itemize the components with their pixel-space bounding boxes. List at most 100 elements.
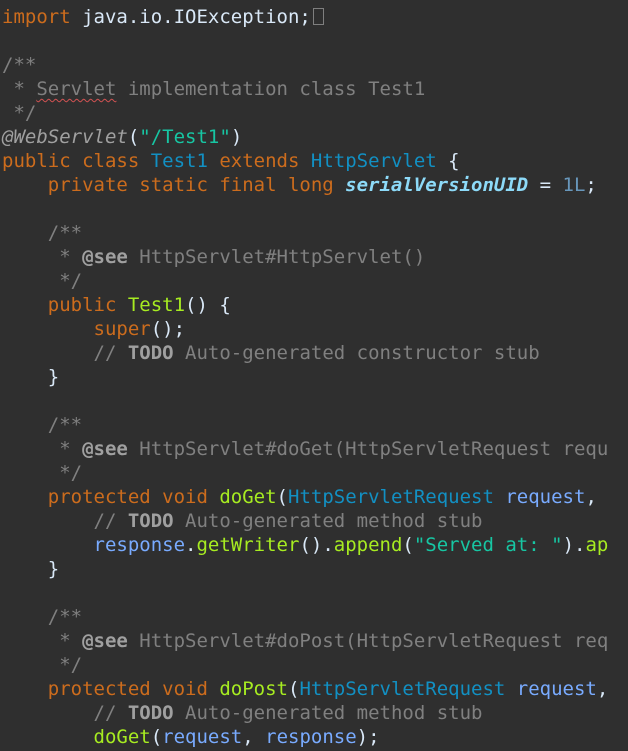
code-token-annotation: @WebServlet: [2, 126, 128, 148]
code-token-javadoc-tag: @see: [82, 438, 128, 460]
code-line[interactable]: protected void doPost(HttpServletRequest…: [2, 677, 609, 701]
code-token-plain: ).: [562, 534, 586, 556]
code-token-comment: implementation class Test1: [116, 78, 426, 100]
code-line[interactable]: /**: [2, 413, 82, 437]
code-token-type: HttpServletRequest: [299, 678, 506, 700]
code-line[interactable]: import java.io.IOException;: [2, 5, 324, 29]
code-token-todo: TODO: [127, 702, 174, 724]
code-token-keyword: extends: [207, 150, 311, 172]
code-token-method: doGet: [219, 486, 277, 508]
code-token-comment: /**: [2, 54, 37, 76]
code-token-method: Test1: [127, 294, 186, 316]
code-token-number: 1L: [562, 174, 586, 196]
code-token-string: "/Test1": [139, 126, 231, 148]
code-token-plain: (: [150, 726, 163, 748]
code-token-comment: */: [2, 270, 83, 292]
code-token-keyword: public class: [2, 150, 151, 172]
code-token-plain: ,: [242, 726, 266, 748]
code-line[interactable]: /**: [2, 605, 82, 629]
code-token-comment: //: [2, 702, 128, 724]
code-token-comment: *: [2, 78, 37, 100]
code-line[interactable]: }: [2, 557, 59, 581]
code-token-plain: java.io.IOException;: [70, 6, 311, 28]
code-token-comment: *: [2, 246, 83, 268]
code-token-comment: */: [2, 102, 37, 124]
code-token-javadoc-tag: @see: [82, 246, 128, 268]
code-token-plain: =: [528, 174, 563, 196]
code-token-comment: HttpServlet#doGet(HttpServletRequest req…: [127, 438, 609, 460]
code-line[interactable]: // TODO Auto-generated constructor stub: [2, 341, 540, 365]
code-line[interactable]: doGet(request, response);: [2, 725, 380, 749]
code-token-keyword: public: [2, 294, 128, 316]
code-line[interactable]: // TODO Auto-generated method stub: [2, 701, 483, 725]
code-token-comment: */: [2, 462, 83, 484]
code-token-comment: /**: [2, 606, 83, 628]
code-token-variable: response: [2, 534, 186, 556]
code-line[interactable]: * Servlet implementation class Test1: [2, 77, 425, 101]
code-line[interactable]: /**: [2, 221, 82, 245]
code-token-variable: request: [516, 678, 597, 700]
code-token-javadoc-tag: @see: [82, 630, 128, 652]
code-token-plain: ;: [585, 174, 597, 196]
code-line[interactable]: @WebServlet("/Test1"): [2, 125, 242, 149]
code-token-plain: (: [287, 678, 300, 700]
code-line[interactable]: */: [2, 653, 82, 677]
code-line[interactable]: response.getWriter().append("Served at: …: [2, 533, 609, 557]
code-token-todo: TODO: [127, 510, 174, 532]
code-line[interactable]: * @see HttpServlet#HttpServlet(): [2, 245, 425, 269]
code-line[interactable]: */: [2, 269, 82, 293]
code-token-class-decl: Test1: [150, 150, 208, 172]
code-token-comment: Auto-generated method stub: [173, 702, 483, 724]
code-line[interactable]: /**: [2, 53, 36, 77]
code-token-comment: //: [2, 342, 128, 364]
code-token-comment: /**: [2, 414, 83, 436]
code-token-method: ap: [585, 534, 609, 556]
code-token-keyword: import: [2, 6, 71, 28]
code-token-comment: *: [2, 438, 83, 460]
code-token-method: doGet: [2, 726, 151, 748]
code-token-keyword: super: [2, 318, 151, 340]
code-token-plain: }: [2, 558, 60, 580]
code-line[interactable]: * @see HttpServlet#doPost(HttpServletReq…: [2, 629, 608, 653]
code-line[interactable]: super();: [2, 317, 186, 341]
code-token-comment: *: [2, 630, 83, 652]
code-line[interactable]: */: [2, 461, 82, 485]
code-line[interactable]: */: [2, 101, 36, 125]
code-token-keyword: private static final long: [2, 174, 346, 196]
code-token-plain: (: [276, 486, 288, 508]
code-token-plain: ();: [150, 318, 186, 340]
code-line[interactable]: // TODO Auto-generated method stub: [2, 509, 483, 533]
code-token-field: serialVersionUID: [345, 174, 529, 196]
code-token-plain: () {: [185, 294, 231, 316]
code-token-plain: );: [356, 726, 380, 748]
code-token-plain: ,: [585, 486, 597, 508]
code-token-string: "Served at: ": [413, 534, 563, 556]
code-line[interactable]: public class Test1 extends HttpServlet {: [2, 149, 460, 173]
code-line[interactable]: protected void doGet(HttpServletRequest …: [2, 485, 597, 509]
code-token-method: getWriter: [196, 534, 300, 556]
code-token-comment: //: [2, 510, 128, 532]
code-editor[interactable]: import java.io.IOException; /** * Servlet…: [0, 0, 628, 751]
code-token-plain: ().: [299, 534, 334, 556]
code-token-comment: */: [2, 654, 83, 676]
code-token-comment: Auto-generated method stub: [173, 510, 483, 532]
code-token-type: HttpServlet: [310, 150, 437, 172]
code-token-plain: (: [127, 126, 140, 148]
code-line[interactable]: public Test1() {: [2, 293, 231, 317]
code-token-plain: (: [402, 534, 414, 556]
code-token-plain: {: [436, 150, 460, 172]
code-token-type: HttpServletRequest: [288, 486, 494, 508]
code-token-keyword: protected void: [2, 678, 220, 700]
code-line[interactable]: }: [2, 365, 59, 389]
code-token-comment: Auto-generated constructor stub: [173, 342, 540, 364]
code-token-variable: request: [162, 726, 243, 748]
code-token-todo: TODO: [127, 342, 174, 364]
code-token-comment: HttpServlet#HttpServlet(): [127, 246, 426, 268]
code-line[interactable]: private static final long serialVersionU…: [2, 173, 597, 197]
code-line[interactable]: * @see HttpServlet#doGet(HttpServletRequ…: [2, 437, 608, 461]
code-token-keyword: protected void: [2, 486, 220, 508]
code-token-comment: Servlet: [36, 78, 117, 100]
code-token-method: doPost: [219, 678, 288, 700]
